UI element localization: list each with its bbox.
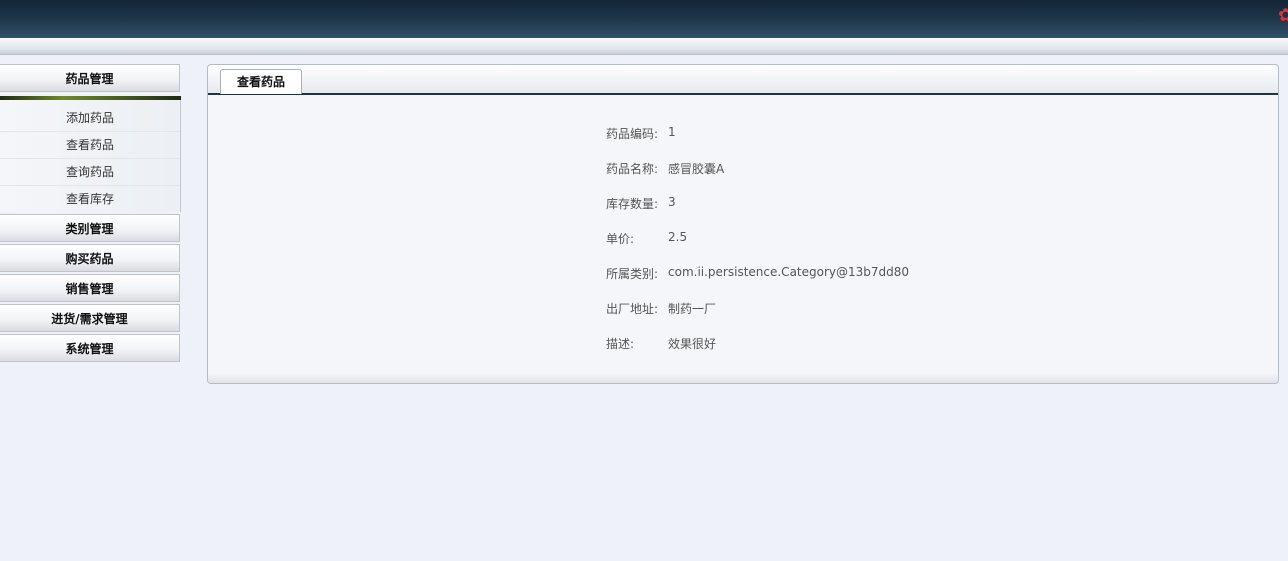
detail-label: 描述: (606, 337, 635, 351)
detail-value: 2.5 (668, 230, 688, 244)
detail-label: 药品名称: (606, 162, 659, 176)
detail-row-stock: 库存数量: 3 (606, 195, 909, 230)
tab-bar: 查看药品 (208, 65, 1278, 95)
menu-drug-management[interactable]: 药品管理 (0, 64, 180, 92)
detail-value: 效果很好 (668, 337, 717, 351)
content-panel: 查看药品 药品编码: 1 药品名称: 感冒胶囊A 库存数量: 3 单价: 2.5… (207, 64, 1279, 384)
detail-label: 库存数量: (606, 197, 659, 211)
header-strip (0, 38, 1288, 55)
menu-restock-management[interactable]: 进货/需求管理 (0, 304, 180, 332)
tab-view-drug[interactable]: 查看药品 (220, 69, 302, 94)
detail-label: 单价: (606, 232, 635, 246)
detail-row-price: 单价: 2.5 (606, 230, 909, 265)
sidebar: 药品管理 添加药品 查看药品 查询药品 查看库存 类别管理 购买药品 销售管理 … (0, 64, 182, 364)
menu-category-management[interactable]: 类别管理 (0, 214, 180, 242)
submenu-query-drug[interactable]: 查询药品 (0, 159, 180, 186)
detail-label: 出厂地址: (606, 302, 659, 316)
detail-value: 3 (668, 195, 676, 209)
detail-row-name: 药品名称: 感冒胶囊A (606, 160, 909, 195)
detail-label: 所属类别: (606, 267, 659, 281)
submenu-view-drug[interactable]: 查看药品 (0, 132, 180, 159)
menu-purchase-drug[interactable]: 购买药品 (0, 244, 180, 272)
detail-row-code: 药品编码: 1 (606, 125, 909, 160)
detail-row-category: 所属类别: com.ii.persistence.Category@13b7dd… (606, 265, 909, 300)
submenu-drug-management: 添加药品 查看药品 查询药品 查看库存 (0, 100, 181, 212)
detail-value: 制药一厂 (668, 302, 717, 316)
detail-row-origin: 出厂地址: 制药一厂 (606, 300, 909, 335)
menu-sales-management[interactable]: 销售管理 (0, 274, 180, 302)
detail-label: 药品编码: (606, 127, 659, 141)
menu-system-management[interactable]: 系统管理 (0, 334, 180, 362)
submenu-add-drug[interactable]: 添加药品 (0, 105, 180, 132)
submenu-view-stock[interactable]: 查看库存 (0, 186, 180, 212)
detail-value: 1 (668, 125, 676, 139)
detail-row-description: 描述: 效果很好 (606, 335, 909, 370)
detail-value: com.ii.persistence.Category@13b7dd80 (668, 265, 910, 279)
drug-details: 药品编码: 1 药品名称: 感冒胶囊A 库存数量: 3 单价: 2.5 所属类别… (606, 125, 909, 370)
logo-icon: ✿ (1278, 5, 1288, 26)
detail-value: 感冒胶囊A (668, 162, 725, 176)
panel-footer (208, 373, 1278, 383)
top-banner: ✿ (0, 0, 1288, 38)
